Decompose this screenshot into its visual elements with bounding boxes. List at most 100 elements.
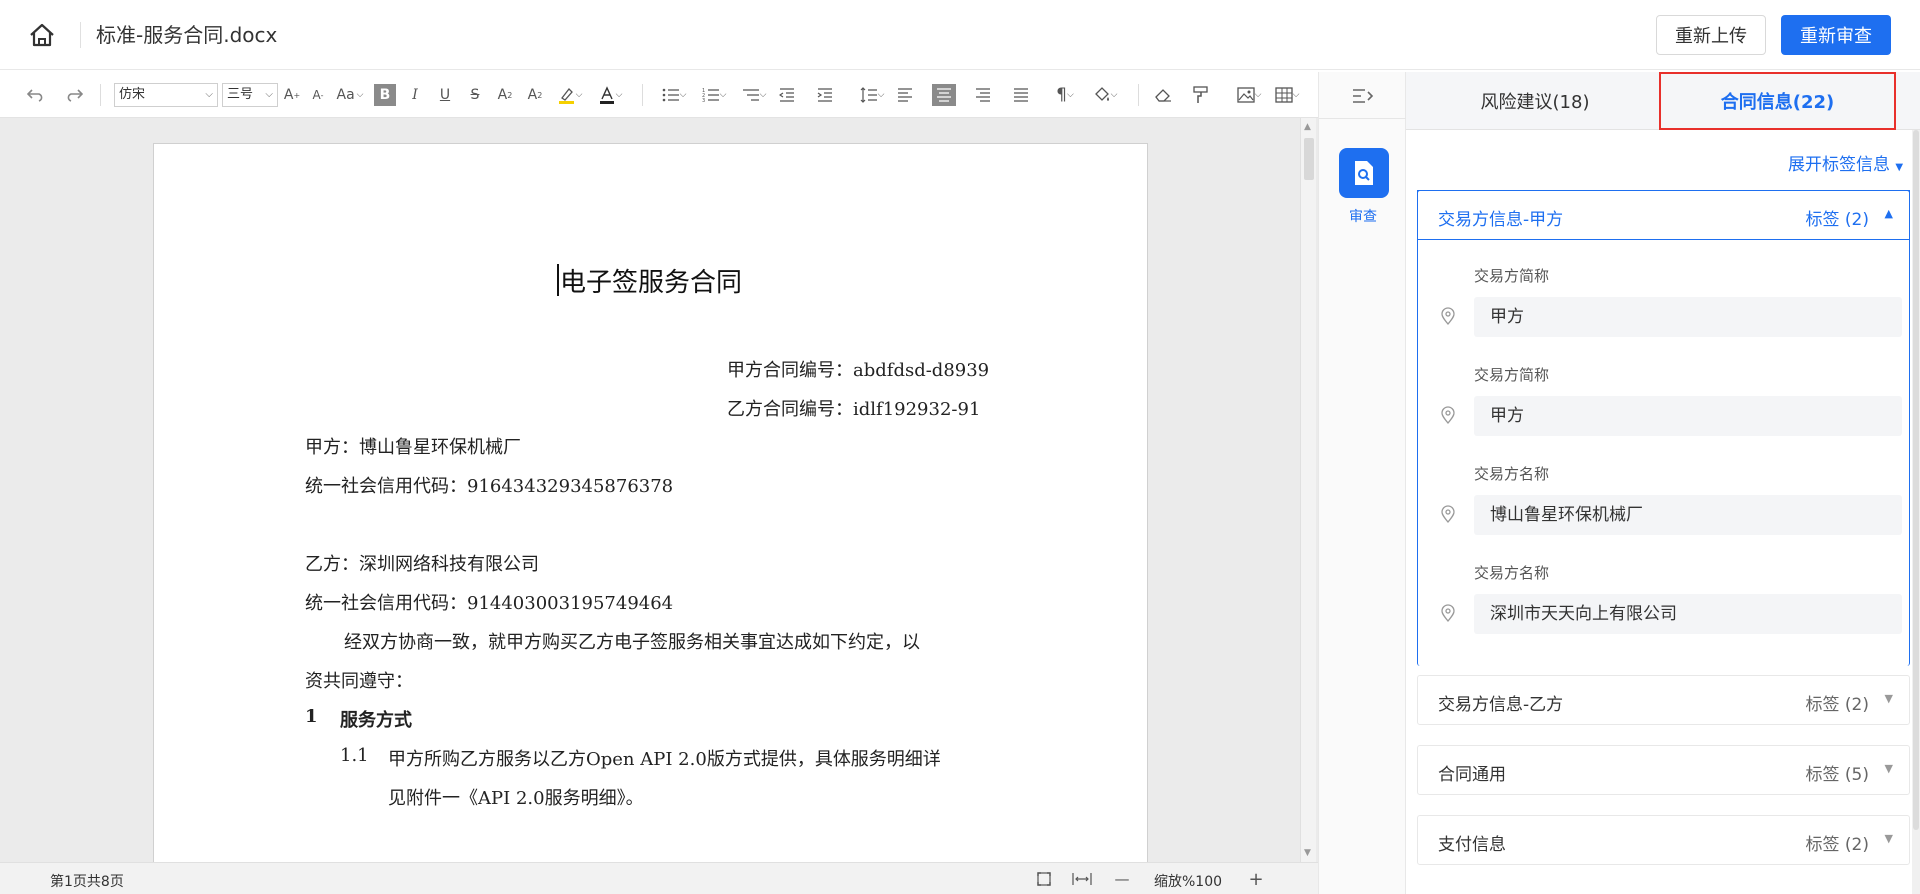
party-b-contract-no: 乙方合同编号：idlf192932-91 [727,399,981,420]
scroll-down-icon[interactable]: ▼ [1304,848,1311,858]
strikethrough-button[interactable]: S [464,84,486,106]
item-1-1-line1: 甲方所购乙方服务以乙方Open API 2.0版方式提供，具体服务明细详 [388,749,941,770]
location-pin-icon[interactable] [1440,307,1456,325]
chevron-down-icon: ⌵ [205,89,213,100]
section-title: 交易方信息-甲方 [1438,210,1564,230]
reupload-button[interactable]: 重新上传 [1656,15,1766,55]
section-payment-header[interactable]: 支付信息 标签 (2) ▼ [1418,816,1909,866]
insert-table-icon[interactable]: ⌵ [1270,84,1304,106]
zoom-out-glyph: — [1114,870,1130,888]
item-1-1-number: 1.1 [340,745,369,766]
field-value[interactable]: 博山鲁星环保机械厂 [1474,495,1902,535]
tab-risk-suggestions[interactable]: 风险建议(18) [1406,72,1664,130]
field-value[interactable]: 甲方 [1474,297,1902,337]
section-payment[interactable]: 支付信息 标签 (2) ▼ [1417,815,1910,865]
highlight-color-icon[interactable]: ⌵ [554,84,586,106]
underline-glyph: U [439,87,451,103]
format-painter-icon[interactable] [1190,84,1212,106]
section-1-number: 1 [305,706,318,727]
toolbar-separator [100,84,101,106]
document-search-icon [1355,161,1373,185]
section-party-a: 交易方信息-甲方 标签 (2) ▲ 交易方简称 甲方 交易方简称 甲方 交易方名… [1417,190,1910,666]
underline-button[interactable]: U [434,84,456,106]
rereview-button[interactable]: 重新审查 [1781,15,1891,55]
bold-button[interactable]: B [374,84,396,106]
field-value[interactable]: 甲方 [1474,396,1902,436]
tag-count: 标签 (5) [1805,765,1869,785]
font-color-icon[interactable]: ⌵ [594,84,626,106]
panel-tabs: 风险建议(18) 合同信息(22) [1406,72,1920,130]
align-right-icon[interactable] [972,84,994,106]
font-size-value: 三号 [227,87,254,102]
location-pin-icon[interactable] [1440,505,1456,523]
align-center-icon[interactable] [932,84,956,106]
toolbar-separator [1138,84,1139,106]
subscript-icon[interactable]: A2 [524,84,546,106]
party-a-name: 甲方：博山鲁星环保机械厂 [305,437,521,458]
top-bar: 标准-服务合同.docx 重新上传 重新审查 [0,0,1920,70]
align-justify-icon[interactable] [1010,84,1032,106]
tab-contract-info[interactable]: 合同信息(22) [1659,72,1896,130]
font-family-value: 仿宋 [119,87,146,102]
field-label: 交易方简称 [1474,267,1550,285]
home-icon[interactable] [28,22,56,48]
party-a-credit-code: 统一社会信用代码：916434329345876378 [305,476,674,497]
font-shrink-icon[interactable]: A- [308,84,328,106]
review-button[interactable] [1339,148,1389,198]
section-1-title: 服务方式 [340,710,412,731]
party-b-name: 乙方：深圳网络科技有限公司 [305,554,539,575]
location-pin-icon[interactable] [1440,406,1456,424]
font-size-select[interactable]: 三号 ⌵ [222,83,278,107]
document-scrollbar[interactable]: ▲ ▼ [1300,118,1316,862]
item-1-1-line2: 见附件一《API 2.0服务明细》。 [388,788,644,809]
document-title: 标准-服务合同.docx [96,23,278,47]
section-title: 交易方信息-乙方 [1438,695,1564,715]
field-label: 交易方名称 [1474,465,1550,483]
multilevel-list-icon[interactable]: ⌵ [738,84,770,106]
location-pin-icon[interactable] [1440,604,1456,622]
paragraph-mark-icon[interactable]: ¶ ⌵ [1050,84,1080,106]
field-label: 交易方名称 [1474,564,1550,582]
paint-bucket-icon[interactable]: ⌵ [1088,84,1122,106]
section-party-b[interactable]: 交易方信息-乙方 标签 (2) ▼ [1417,675,1910,725]
editor-toolbar: 仿宋 ⌵ 三号 ⌵ A + A- Aa ⌵ B I U S A2 A2 ⌵ ⌵ ⌵ … [0,72,1318,118]
align-left-icon[interactable] [894,84,916,106]
italic-button[interactable]: I [404,84,426,106]
font-family-select[interactable]: 仿宋 ⌵ [114,83,218,107]
section-general[interactable]: 合同通用 标签 (5) ▼ [1417,745,1910,795]
indent-icon[interactable] [814,84,836,106]
undo-icon[interactable] [24,84,48,106]
agreement-paragraph-line2: 资共同遵守： [305,671,413,692]
line-spacing-icon[interactable]: ⌵ [856,84,888,106]
section-party-b-header[interactable]: 交易方信息-乙方 标签 (2) ▼ [1418,676,1909,726]
expand-tags-link[interactable]: 展开标签信息 ▼ [1788,150,1903,175]
pilcrow-glyph: ¶ [1056,85,1067,105]
numbered-list-icon[interactable]: 1 2 3 ⌵ [698,84,730,106]
change-case-icon[interactable]: Aa ⌵ [334,84,366,106]
tag-count: 标签 (2) [1805,210,1869,230]
insert-image-icon[interactable]: ⌵ [1232,84,1266,106]
zoom-in-button[interactable]: + [1246,869,1266,890]
bullet-list-icon[interactable]: ⌵ [658,84,690,106]
section-party-a-header[interactable]: 交易方信息-甲方 标签 (2) ▲ [1417,190,1910,240]
panel-content: 展开标签信息 ▼ 交易方信息-甲方 标签 (2) ▲ 交易方简称 甲方 交易方简… [1406,130,1920,894]
fit-page-icon[interactable] [1034,869,1054,889]
fit-width-icon[interactable] [1072,869,1092,889]
font-grow-icon[interactable]: A + [282,84,302,106]
panel-scrollbar[interactable] [1912,130,1920,894]
scroll-up-icon[interactable]: ▲ [1304,122,1311,132]
section-general-header[interactable]: 合同通用 标签 (5) ▼ [1418,746,1909,796]
field-value[interactable]: 深圳市天天向上有限公司 [1474,594,1902,634]
panel-scrollbar-thumb[interactable] [1913,130,1919,830]
superscript-icon[interactable]: A2 [494,84,516,106]
party-a-contract-no: 甲方合同编号：abdfdsd-d8939 [727,360,990,381]
scrollbar-thumb[interactable] [1304,138,1314,180]
collapse-panel-icon[interactable] [1351,86,1375,106]
redo-icon[interactable] [62,84,86,106]
eraser-icon[interactable] [1152,84,1174,106]
info-panel: 风险建议(18) 合同信息(22) 展开标签信息 ▼ 交易方信息-甲方 标签 (… [1406,72,1920,894]
bold-glyph: B [379,87,391,103]
outdent-icon[interactable] [776,84,798,106]
zoom-out-button[interactable]: — [1112,869,1132,889]
change-case-glyph: Aa [336,87,355,103]
